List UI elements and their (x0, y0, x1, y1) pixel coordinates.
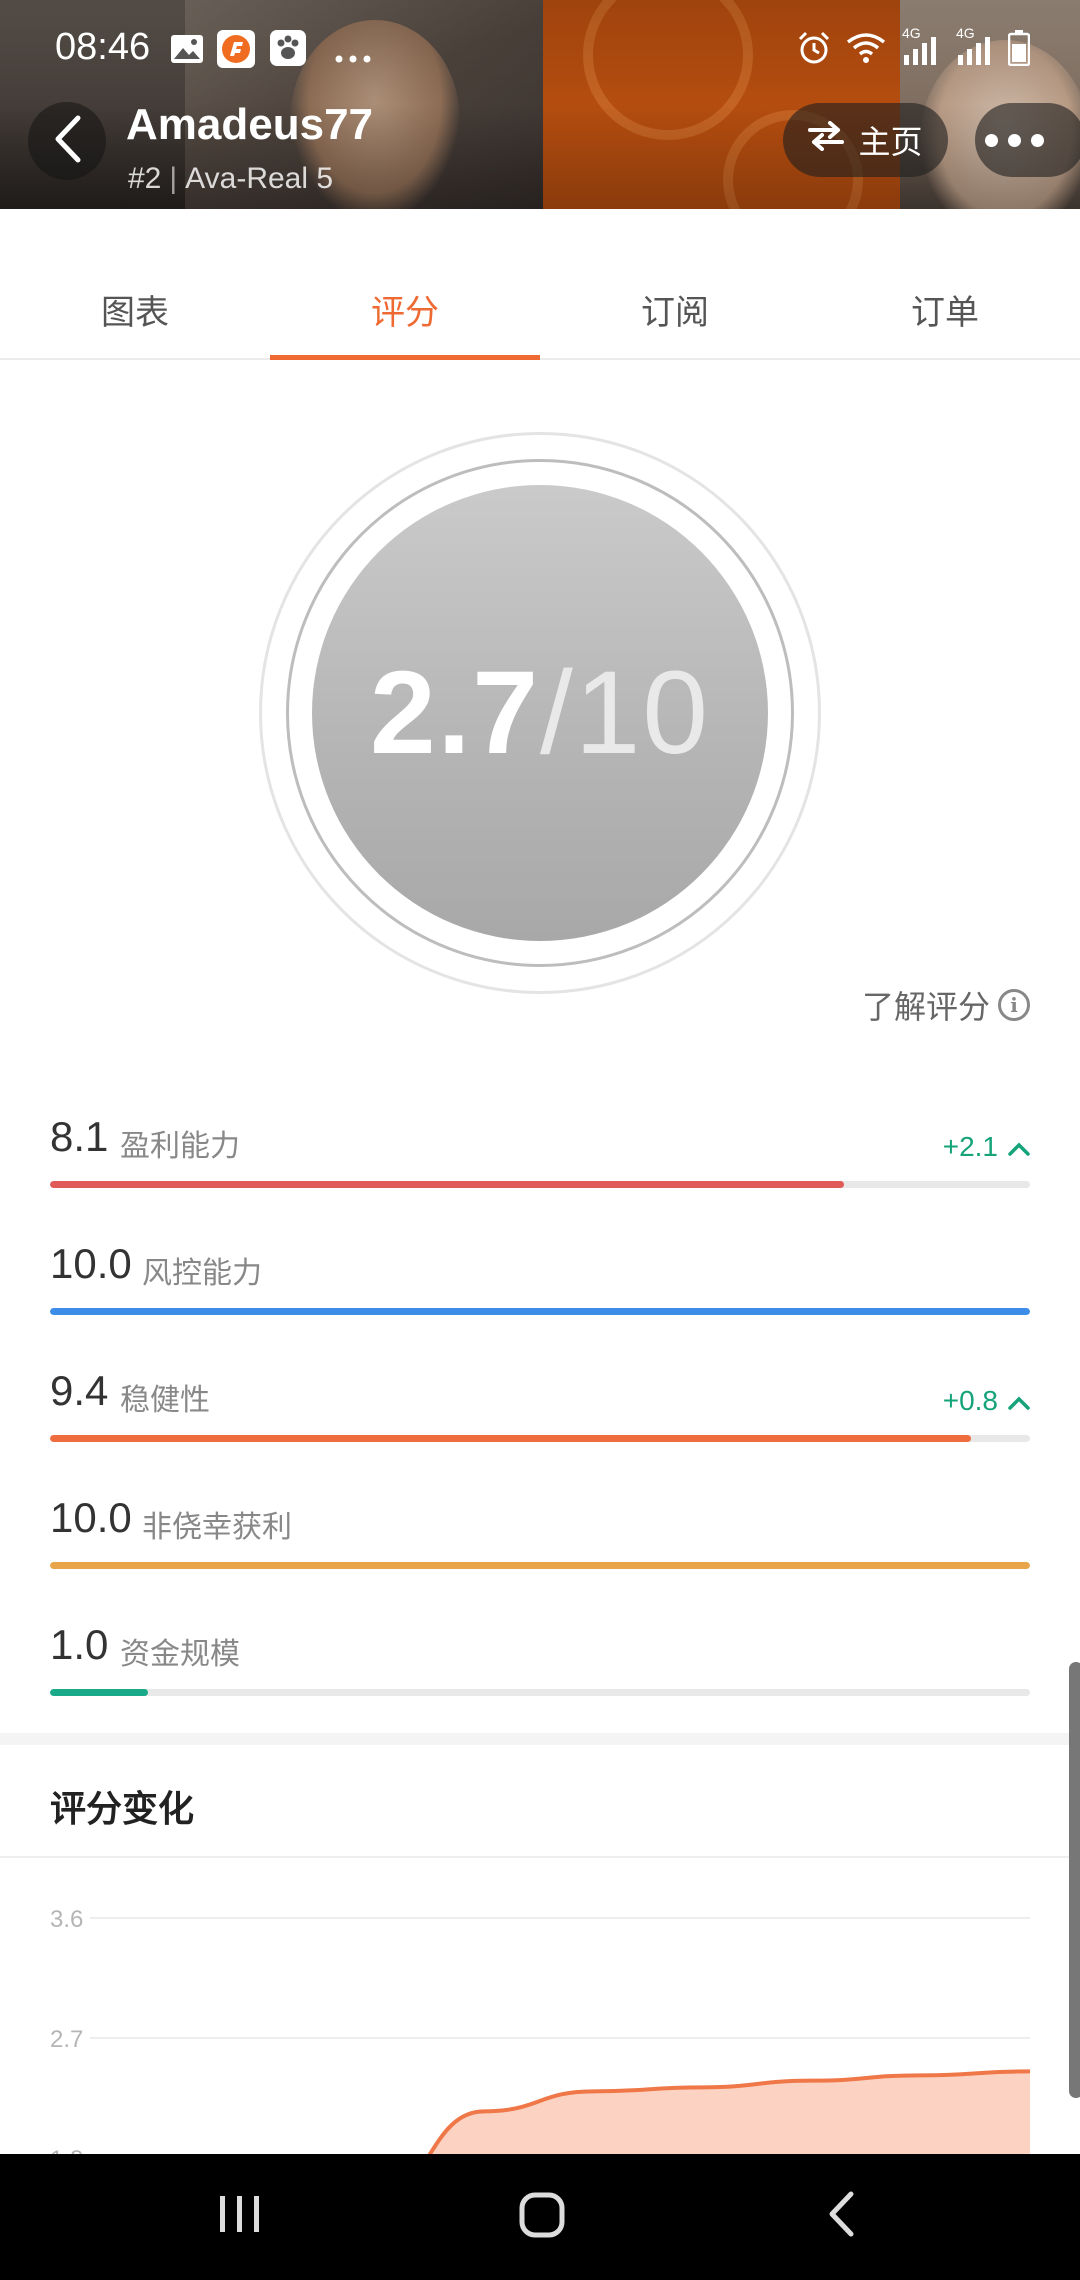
metric-progress-bar (50, 1689, 1030, 1696)
home-button-label: 主页 (858, 123, 923, 161)
profile-header: 08:46 4G 4G Amadeus77 #2 | Ava-Real 5 主页 (0, 0, 1080, 209)
score-gauge: 2.7/10 (259, 432, 821, 994)
section-title: 评分变化 (50, 1789, 195, 1830)
metric-value: 10.0 (50, 1494, 132, 1541)
metric-label: 稳健性 (120, 1383, 210, 1418)
more-dots-icon (985, 133, 1044, 147)
metric-label: 盈利能力 (120, 1129, 240, 1164)
score-change-chart: 3.6 2.7 1.8 (0, 1858, 1080, 2154)
metric-non-luck-profit: 10.0 非侥幸获利 (50, 1494, 1030, 1604)
metric-progress-fill (50, 1181, 844, 1188)
wifi-icon (846, 32, 886, 68)
home-button[interactable]: 主页 (783, 103, 948, 177)
metric-label: 资金规模 (120, 1637, 240, 1672)
metric-progress-fill (50, 1435, 972, 1442)
tab-bar: 图表 评分 订阅 订单 (0, 245, 1080, 360)
account-name: Ava-Real 5 (185, 162, 334, 195)
metric-value: 10.0 (50, 1240, 132, 1287)
signal-icon: 4G (900, 25, 940, 69)
y-tick-label: 2.7 (50, 2026, 83, 2053)
user-rank: #2 (128, 162, 162, 195)
tab-rating[interactable]: 评分 (270, 245, 540, 360)
signal-icon: 4G (954, 25, 994, 69)
chart-canvas: 3.6 2.7 1.8 (50, 1906, 1031, 2154)
metric-delta-value: +0.8 (942, 1385, 998, 1416)
tab-chart[interactable]: 图表 (0, 245, 270, 358)
metric-delta: +0.8 (943, 1385, 1030, 1417)
metric-value: 1.0 (50, 1621, 109, 1668)
metric-progress-bar (50, 1308, 1030, 1315)
metric-progress-fill (50, 1562, 1030, 1569)
user-subtitle: #2 | Ava-Real 5 (128, 162, 334, 195)
metric-capital-size: 1.0 资金规模 (50, 1621, 1030, 1731)
section-divider (0, 1733, 1080, 1745)
metric-progress-bar (50, 1435, 1030, 1442)
metric-delta: +2.1 (943, 1131, 1030, 1163)
user-name: Amadeus77 (126, 100, 374, 149)
y-tick-label: 3.6 (50, 1906, 83, 1933)
more-notifications-icon (335, 48, 371, 67)
status-icons: 4G 4G (796, 25, 1031, 70)
score-number: 2.7 (369, 647, 540, 779)
tab-orders[interactable]: 订单 (810, 245, 1080, 358)
recent-apps-button[interactable] (218, 2194, 262, 2238)
metric-value: 9.4 (50, 1367, 109, 1414)
metric-progress-bar (50, 1562, 1030, 1569)
metric-progress-fill (50, 1689, 148, 1696)
learn-rating-link[interactable]: 了解评分 i (862, 982, 1030, 1028)
status-time: 08:46 (55, 26, 151, 68)
chevron-up-icon (1008, 1131, 1030, 1163)
info-icon: i (998, 989, 1030, 1021)
alarm-icon (796, 30, 832, 70)
system-nav-bar (0, 2154, 1080, 2280)
metric-progress-fill (50, 1308, 1030, 1315)
score-circle: 2.7/10 (312, 485, 768, 941)
battery-icon (1007, 30, 1031, 70)
scrollbar[interactable] (1069, 1662, 1080, 2098)
metric-label: 风控能力 (142, 1256, 262, 1291)
chevron-up-icon (1008, 1385, 1030, 1417)
more-button[interactable] (975, 103, 1080, 177)
app-notification-icon (217, 30, 255, 72)
score-total: /10 (540, 647, 711, 779)
metric-stability: 9.4 稳健性 +0.8 (50, 1367, 1030, 1477)
paw-app-icon (270, 30, 306, 70)
back-nav-button[interactable] (826, 2190, 856, 2242)
back-button[interactable] (28, 102, 106, 180)
gallery-icon (170, 34, 204, 68)
y-tick-label: 1.8 (50, 2146, 83, 2154)
metric-label: 非侥幸获利 (142, 1510, 292, 1545)
status-bar: 08:46 4G 4G (0, 0, 1080, 100)
score-value: 2.7/10 (370, 645, 710, 781)
metric-profitability: 8.1 盈利能力 +2.1 (50, 1113, 1030, 1223)
swap-icon (808, 121, 845, 159)
metric-value: 8.1 (50, 1113, 109, 1160)
chevron-left-icon (50, 114, 84, 168)
metric-risk-control: 10.0 风控能力 (50, 1240, 1030, 1350)
metric-delta-value: +2.1 (942, 1131, 998, 1162)
learn-rating-label: 了解评分 (861, 988, 990, 1026)
metric-progress-bar (50, 1181, 1030, 1188)
tab-subscribe[interactable]: 订阅 (540, 245, 810, 358)
chart-area (430, 2071, 1030, 2154)
home-nav-button[interactable] (519, 2192, 565, 2242)
